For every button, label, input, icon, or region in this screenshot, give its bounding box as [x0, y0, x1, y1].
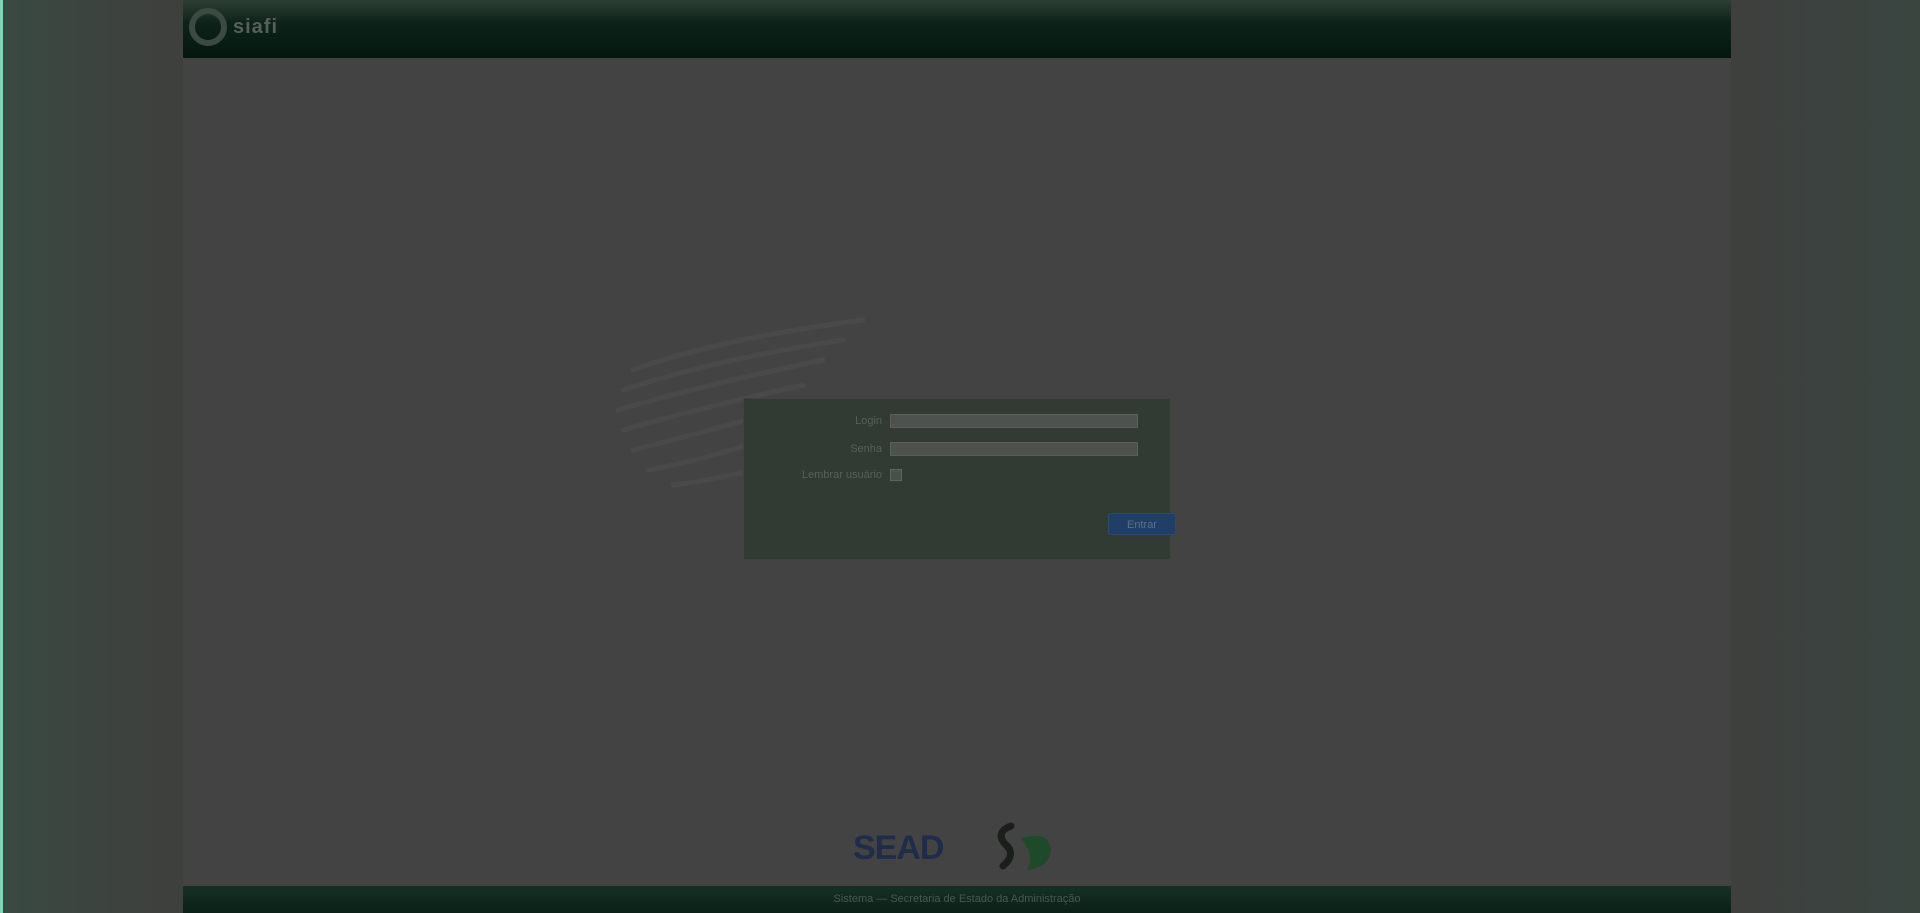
password-row: Senha [744, 439, 1138, 459]
submit-button[interactable]: Entrar [1108, 513, 1176, 535]
sead-logo: SEAD [853, 829, 944, 867]
logo-ring-icon [189, 8, 227, 46]
password-label: Senha [850, 443, 882, 455]
remember-row: Lembrar usuário [744, 465, 902, 485]
footer-bar: Sistema — Secretaria de Estado da Admini… [183, 886, 1731, 913]
login-input[interactable] [890, 414, 1138, 428]
app-logo[interactable]: siafi [189, 4, 309, 50]
logo-wordmark: siafi [233, 15, 279, 38]
login-row: Login [744, 411, 1138, 431]
page-frame: siafi Login Senha Lembrar usuário Entrar [183, 0, 1731, 913]
login-label: Login [855, 415, 882, 427]
state-emblem-icon [997, 822, 1051, 870]
remember-label: Lembrar usuário [801, 469, 882, 481]
password-input[interactable] [890, 442, 1138, 456]
top-header-bar: siafi [183, 0, 1731, 58]
window-edge [0, 0, 3, 913]
footer-logos: SEAD [183, 820, 1731, 880]
login-form: Login Senha Lembrar usuário Entrar [743, 398, 1176, 560]
remember-checkbox[interactable] [890, 469, 902, 481]
